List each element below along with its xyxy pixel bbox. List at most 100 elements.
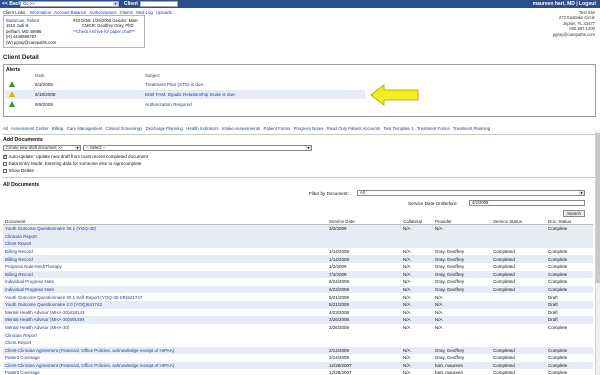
collateral: N/A	[403, 294, 411, 300]
tab-all[interactable]: All	[3, 126, 8, 131]
col-document[interactable]: Document	[5, 219, 26, 224]
document-link[interactable]: Mental Health Advisor (MHA-30)591494	[5, 317, 85, 322]
alert-warning-icon	[9, 101, 15, 107]
tab-clinical-screenings[interactable]: Clinical Screenings	[106, 126, 143, 131]
table-row: Client Report	[3, 339, 593, 347]
table-row: Client-Clinician Agreement (Financial, O…	[3, 346, 593, 355]
pointer-arrow-icon	[370, 84, 419, 106]
back-button[interactable]: << Back	[2, 1, 21, 7]
divider	[3, 177, 596, 178]
collateral: N/A	[403, 279, 411, 285]
table-row: Billing Record 1/14/2009 N/A Gray, Geoffrey…	[3, 248, 593, 256]
document-link[interactable]: Client Report	[5, 241, 31, 246]
document-link[interactable]: Progress Note-Med/Therapy	[5, 264, 62, 269]
tab-billing[interactable]: Billing	[52, 126, 63, 131]
doc-status: Complete	[548, 286, 568, 292]
document-link[interactable]: Individual Progress Note	[5, 287, 54, 292]
document-link[interactable]: Mental Health Advisor (MHA-30)618143	[5, 310, 85, 315]
provider: Gray, Geoffrey	[435, 256, 465, 262]
document-link[interactable]: Billing Record	[5, 257, 33, 262]
document-link[interactable]: Individual Progress Note	[5, 279, 54, 284]
document-link[interactable]: Client-Clinician Agreement (Financial, O…	[5, 363, 174, 368]
document-link[interactable]: Clinician Report	[5, 234, 37, 239]
document-link[interactable]: Billing Record	[5, 249, 33, 254]
collateral: N/A	[403, 286, 411, 292]
alert-row: 9/9/2008 Authorization Required	[5, 100, 365, 109]
alert-subject-link[interactable]: Authorization Required	[145, 102, 192, 107]
service-status: Completed	[493, 264, 515, 270]
document-link[interactable]: Mental Health Advisor (MHA-30)	[5, 325, 70, 330]
nav-link-uploads[interactable]: Uploads	[156, 10, 172, 15]
tab-health-indicators[interactable]: Health Indicators	[186, 126, 218, 131]
collateral: N/A	[403, 271, 411, 277]
auto-update-checkbox[interactable]: Auto-update: Update new draft from most …	[3, 154, 148, 159]
service-date: 1/2/2009	[329, 264, 347, 270]
show-delete-checkbox[interactable]: Show Delete	[3, 168, 34, 173]
page-scrollbar[interactable]	[595, 131, 600, 375]
provider: N/A	[435, 317, 443, 323]
filter-document-select[interactable]: All ▼	[357, 190, 585, 196]
document-link[interactable]: Youth Outcome Questionnaire 30.1 Self-Re…	[5, 295, 142, 300]
document-link[interactable]: Billing Record	[5, 272, 33, 277]
chevron-down-icon: ▼	[579, 191, 584, 195]
provider: N/A	[435, 324, 443, 330]
alert-subject-link[interactable]: Brief FAM: Dyadic Relationship Scale is …	[145, 92, 236, 97]
col-doc-status[interactable]: Doc. Status	[548, 219, 571, 224]
document-link[interactable]: Youth Outcome Questionnaire 2.0 (YOQ)641…	[5, 302, 102, 307]
document-link[interactable]: Client Report	[5, 340, 31, 345]
table-row: Progress Note-Med/Therapy 1/2/2009 N/A Gray…	[3, 263, 593, 271]
table-row: Individual Progress Note 6/23/2008 N/A Gray…	[3, 285, 593, 294]
tab-treatment-forms[interactable]: Treatment Forms	[417, 126, 450, 131]
auto-update-label: Auto-update: Update new draft from most …	[8, 154, 148, 159]
provider: N/A	[435, 309, 443, 315]
tab-assessment-center[interactable]: Assessment Center	[11, 126, 49, 131]
col-collateral[interactable]: Collateral	[403, 219, 422, 224]
search-button[interactable]: Search	[563, 210, 585, 217]
archive-note: **Check Archive for paper chart**	[73, 28, 135, 34]
data-entry-mode-label: Data Entry Mode: Entering data for someo…	[8, 161, 142, 166]
col-service-status[interactable]: Service Status	[493, 219, 522, 224]
alerts-header: Alerts	[6, 67, 21, 73]
new-draft-select-value: Create new draft document >>	[6, 145, 63, 150]
service-date: 6/24/2008	[329, 279, 350, 285]
service-date: 3/26/2008	[329, 324, 350, 330]
scrollbar-thumb[interactable]	[596, 133, 600, 283]
document-type-select[interactable]: -- Select -- ▼	[83, 145, 312, 151]
col-service-date[interactable]: Service Date	[329, 219, 355, 224]
document-link[interactable]: Client-Clinician Agreement (Financial, O…	[5, 348, 174, 353]
document-link[interactable]: Clinician Report	[5, 333, 37, 338]
tab-patient-forms[interactable]: Patient Forms	[264, 126, 291, 131]
tab-treatment-planning[interactable]: Treatment Planning	[453, 126, 490, 131]
document-link[interactable]: Youth Outcome Questionnaire 30.1 (YOQ-30…	[5, 226, 96, 231]
table-row: Billing Record 7/3/2008 N/A Gray, Geoffrey C…	[3, 270, 593, 279]
new-draft-select[interactable]: Create new draft document >> ▼	[3, 145, 81, 151]
client-search-input[interactable]	[140, 1, 178, 7]
document-link[interactable]: Patient Coverage	[5, 355, 40, 360]
provider: N/A	[435, 294, 443, 300]
table-row: Youth Outcome Questionnaire 2.0 (YOQ)641…	[3, 300, 593, 309]
tab-care-management[interactable]: Care Management	[67, 126, 103, 131]
data-entry-mode-checkbox[interactable]: Data Entry Mode: Entering data for someo…	[3, 161, 141, 166]
go-select[interactable]: Go >> ▼	[20, 1, 119, 7]
alert-subject-link[interactable]: Treatment Plan (STS) is due.	[145, 82, 204, 87]
doc-status: Complete	[548, 248, 568, 254]
tab-intake-assessments[interactable]: Intake Assessments	[222, 126, 260, 131]
tab-test-template-1[interactable]: Test Template 1	[384, 126, 414, 131]
go-select-value: Go >>	[23, 1, 35, 6]
table-row: Patient Coverage 12/28/2007 N/A hart, maure…	[3, 369, 593, 375]
tab-discharge-planning[interactable]: Discharge Planning	[146, 126, 183, 131]
filter-document-value: All	[360, 190, 365, 195]
col-provider[interactable]: Provider	[435, 219, 452, 224]
service-status: Completed	[493, 355, 515, 361]
tab-read-only-patient-accounts[interactable]: Read Only Patient Accounts	[327, 126, 381, 131]
alerts-col-subject: Subject	[145, 73, 160, 78]
doc-status: Complete	[548, 362, 568, 368]
tab-progress-notes[interactable]: Progress Notes	[294, 126, 324, 131]
service-date-input[interactable]: 4/2/2009	[469, 200, 585, 206]
document-link[interactable]: Patient Coverage	[5, 370, 40, 375]
service-date: 6/23/2008	[329, 286, 350, 292]
user-logout-link[interactable]: maureen hart, MD | Logout	[533, 1, 596, 7]
table-row: Mental Health Advisor (MHA-30) 3/26/2008 N…	[3, 324, 593, 332]
chevron-down-icon: ▼	[306, 146, 311, 150]
chevron-down-icon: ▼	[113, 2, 118, 6]
